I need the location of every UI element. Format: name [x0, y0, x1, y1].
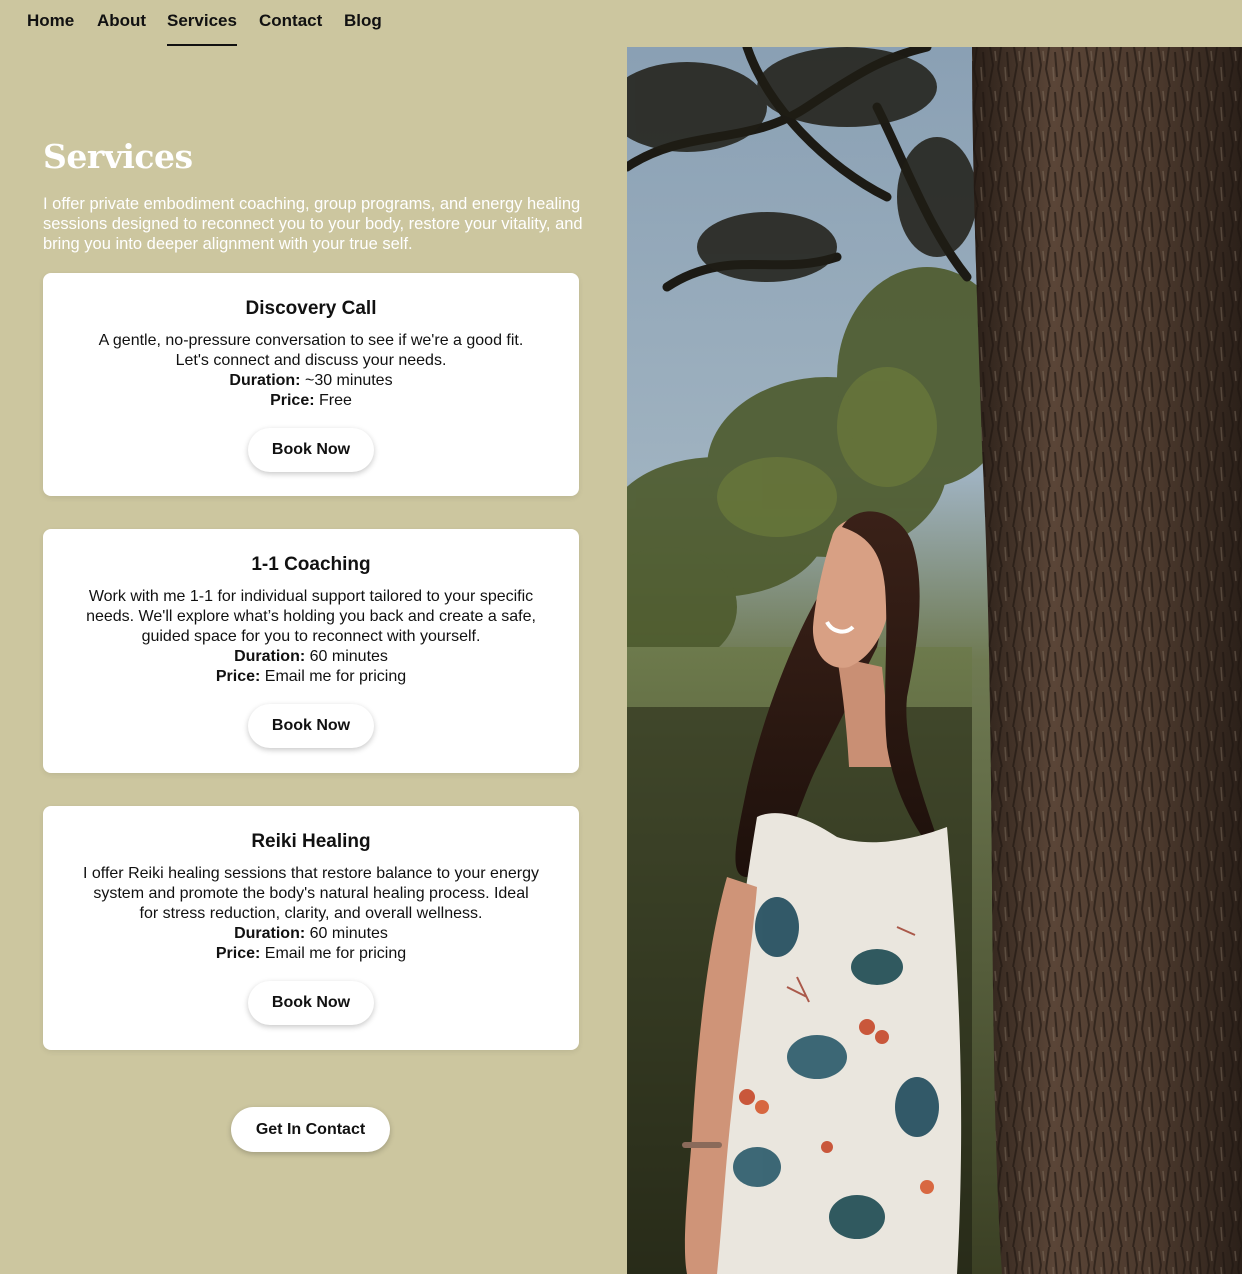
price-label: Price:	[270, 392, 315, 409]
service-card-coaching: 1-1 Coaching Work with me 1-1 for indivi…	[43, 529, 579, 773]
description-line: A gentle, no-pressure conversation to se…	[98, 332, 524, 349]
hero-photo	[627, 47, 1242, 1274]
description-line: Work with me 1-1 for individual support …	[88, 588, 534, 605]
get-in-contact-button[interactable]: Get In Contact	[231, 1107, 390, 1152]
duration-label: Duration:	[234, 925, 306, 942]
description-line: guided space for you to reconnect with y…	[141, 628, 481, 645]
description-line: Let's connect and discuss your needs.	[175, 352, 447, 369]
service-card-title: Reiki Healing	[251, 831, 371, 852]
duration-value: 60 minutes	[309, 925, 388, 942]
book-now-button[interactable]: Book Now	[248, 704, 374, 748]
service-card-title: Discovery Call	[245, 298, 377, 319]
services-section: Services I offer private embodiment coac…	[0, 47, 627, 1274]
duration-label: Duration:	[229, 372, 301, 389]
price-label: Price:	[215, 668, 261, 685]
book-now-button[interactable]: Book Now	[248, 981, 374, 1025]
nav-about-link[interactable]: About	[97, 10, 146, 44]
service-card-title: 1-1 Coaching	[251, 554, 371, 575]
services-intro: I offer private embodiment coaching, gro…	[43, 195, 583, 253]
book-now-button[interactable]: Book Now	[248, 428, 374, 472]
duration-value: ~30 minutes	[304, 372, 393, 389]
nav-home-link[interactable]: Home	[27, 10, 74, 44]
price-value: Email me for pricing	[264, 945, 407, 962]
nav-services-link[interactable]: Services	[167, 10, 237, 46]
service-card-description: I offer Reiki healing sessions that rest…	[63, 864, 559, 964]
nav-contact-link[interactable]: Contact	[259, 10, 322, 44]
description-line: for stress reduction, clarity, and overa…	[139, 905, 483, 922]
description-line: needs. We'll explore what’s holding you …	[86, 608, 536, 625]
duration-value: 60 minutes	[309, 648, 388, 665]
top-navigation: Home About Services Contact Blog	[0, 0, 627, 47]
price-value: Email me for pricing	[264, 668, 407, 685]
service-card-reiki-healing: Reiki Healing I offer Reiki healing sess…	[43, 806, 579, 1050]
service-card-description: A gentle, no-pressure conversation to se…	[63, 331, 559, 411]
price-label: Price:	[215, 945, 261, 962]
service-card-discovery-call: Discovery Call A gentle, no-pressure con…	[43, 273, 579, 496]
woman-by-tree-photo	[627, 47, 1242, 1274]
description-line: I offer Reiki healing sessions that rest…	[83, 865, 539, 882]
duration-label: Duration:	[234, 648, 306, 665]
service-card-description: Work with me 1-1 for individual support …	[63, 587, 559, 687]
page-title: Services	[43, 137, 193, 176]
description-line: system and promote the body's natural he…	[93, 885, 529, 902]
price-value: Free	[319, 392, 352, 409]
nav-blog-link[interactable]: Blog	[344, 10, 382, 44]
